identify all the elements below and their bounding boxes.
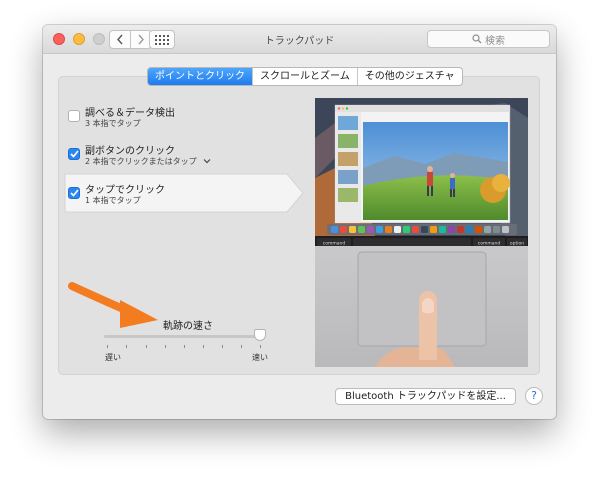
slider-tick xyxy=(260,345,261,348)
tracking-speed-label: 軌跡の速さ xyxy=(163,321,213,332)
option-sublabel[interactable]: 2 本指でクリックまたはタップ xyxy=(85,156,211,167)
slider-tick xyxy=(241,345,242,348)
tab-scroll-and-zoom[interactable]: スクロールとズーム xyxy=(252,68,357,85)
tab-point-and-click[interactable]: ポイントとクリック xyxy=(148,68,252,85)
slider-tick xyxy=(146,345,147,348)
tap-to-click-checkbox[interactable] xyxy=(68,187,80,199)
key-label: command xyxy=(323,241,346,247)
checkmark-icon xyxy=(69,189,79,197)
search-field[interactable]: 検索 xyxy=(427,30,550,48)
option-look-up[interactable]: 調べる＆データ検出 3 本指でタップ xyxy=(63,103,303,133)
slider-tick xyxy=(126,345,127,348)
checkmark-icon xyxy=(69,150,79,158)
option-label: 副ボタンのクリック xyxy=(85,146,175,157)
annotation-arrow-icon xyxy=(68,282,158,328)
tab-more-gestures[interactable]: その他のジェスチャ xyxy=(356,68,462,85)
option-secondary-click[interactable]: 副ボタンのクリック 2 本指でクリックまたはタップ xyxy=(63,141,303,171)
tab-bar: ポイントとクリック スクロールとズーム その他のジェスチャ xyxy=(147,67,463,86)
preferences-window: トラックパッド 検索 ポイントとクリック スクロールとズーム その他のジェスチャ… xyxy=(43,25,556,419)
option-sublabel: 3 本指でタップ xyxy=(85,119,141,128)
secondary-click-checkbox[interactable] xyxy=(68,148,80,160)
slider-knob[interactable] xyxy=(254,329,266,341)
slider-min-label: 遅い xyxy=(105,353,121,362)
search-placeholder: 検索 xyxy=(485,35,505,47)
slider-tick xyxy=(184,345,185,348)
slider-tick xyxy=(165,345,166,348)
slider-tick xyxy=(107,345,108,348)
slider-tick xyxy=(203,345,204,348)
search-icon xyxy=(472,34,482,44)
chevron-down-icon xyxy=(203,159,211,164)
option-sublabel: 1 本指でタップ xyxy=(85,196,141,205)
slider-max-label: 速い xyxy=(252,353,268,362)
secondary-click-mode: 2 本指でクリックまたはタップ xyxy=(85,157,197,166)
key-label: option xyxy=(510,241,524,247)
tracking-speed-slider[interactable] xyxy=(104,335,263,338)
gesture-preview-image: command command option xyxy=(315,98,528,367)
help-button[interactable]: ? xyxy=(525,387,543,405)
option-label: 調べる＆データ検出 xyxy=(85,108,175,119)
key-label: command xyxy=(478,241,501,247)
title-bar: トラックパッド 検索 xyxy=(43,25,556,54)
look-up-checkbox[interactable] xyxy=(68,110,80,122)
slider-tick xyxy=(222,345,223,348)
option-label: タップでクリック xyxy=(85,185,165,196)
setup-bluetooth-trackpad-button[interactable]: Bluetooth トラックパッドを設定... xyxy=(335,388,516,405)
option-tap-to-click[interactable]: タップでクリック 1 本指でタップ xyxy=(63,173,304,213)
